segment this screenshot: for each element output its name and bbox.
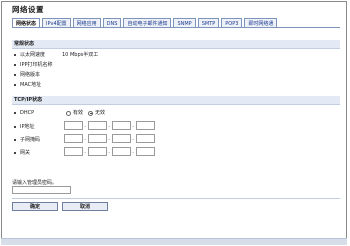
dhcp-row: DHCP 有效 无效 <box>12 108 340 118</box>
bullet-icon <box>14 74 16 76</box>
dhcp-label: DHCP <box>20 110 35 116</box>
bullet-icon <box>14 126 16 128</box>
status-row-ipp: IPP打印机名称 <box>12 60 340 70</box>
page-title: 网络设置 <box>12 5 44 14</box>
admin-password-input[interactable] <box>12 186 71 194</box>
bullet-icon <box>14 64 16 66</box>
mask-octet-3-input[interactable] <box>112 134 134 144</box>
mask-octet-4-input[interactable] <box>136 134 155 143</box>
status-row-mac: MAC地址 <box>12 80 340 90</box>
gateway-octet-4-input[interactable] <box>136 147 155 156</box>
gateway-row: 网关 <box>12 147 340 158</box>
ip-address-fields <box>64 121 160 131</box>
mac-address-label: MAC地址 <box>20 82 42 88</box>
ipp-printer-name-label: IPP打印机名称 <box>20 62 53 68</box>
status-row-version: 网络版本 <box>12 70 340 80</box>
ip-octet-2-input[interactable] <box>88 121 110 131</box>
bullet-icon <box>14 54 16 56</box>
gateway-octet-2-input[interactable] <box>88 147 110 157</box>
network-version-label: 网络版本 <box>20 72 41 78</box>
subnet-mask-label: 子网掩码 <box>20 137 41 143</box>
ip-octet-1-input[interactable] <box>64 121 86 131</box>
tcpip-status-header: TCP/IP状态 <box>12 96 340 105</box>
subnet-mask-fields <box>64 134 160 144</box>
status-row-ethernet: 以太网速度 10 Mbps半双工 <box>12 50 340 60</box>
admin-password-label: 请输入管理员密码。 <box>12 180 58 186</box>
subnet-mask-row: 子网掩码 <box>12 134 340 145</box>
bullet-icon <box>14 112 16 114</box>
ip-octet-3-input[interactable] <box>112 121 134 131</box>
gateway-octet-1-input[interactable] <box>64 147 86 157</box>
bullet-icon <box>14 139 16 141</box>
mask-octet-1-input[interactable] <box>64 134 86 144</box>
dhcp-off-label: 无效 <box>95 110 106 116</box>
ip-octet-4-input[interactable] <box>136 121 155 130</box>
ip-address-label: IP地址 <box>20 124 35 130</box>
bullet-icon <box>14 84 16 86</box>
ethernet-speed-label: 以太网速度 <box>20 52 46 58</box>
footer-divider <box>12 198 340 199</box>
bottom-bar <box>1 238 347 245</box>
gateway-fields <box>64 147 160 157</box>
mask-octet-2-input[interactable] <box>88 134 110 144</box>
ok-button[interactable]: 确定 <box>12 202 58 211</box>
gateway-label: 网关 <box>20 150 31 156</box>
dhcp-off-radio[interactable] <box>88 110 94 116</box>
gateway-octet-3-input[interactable] <box>112 147 134 157</box>
ip-address-row: IP地址 <box>12 121 340 132</box>
bullet-icon <box>14 152 16 154</box>
tab-underline <box>12 27 340 28</box>
dhcp-on-radio[interactable] <box>66 110 71 116</box>
ethernet-speed-value: 10 Mbps半双工 <box>62 52 99 58</box>
dhcp-on-label: 有效 <box>73 110 84 116</box>
dhcp-radio-group: 有效 无效 <box>66 108 110 118</box>
general-status-header: 常规状态 <box>12 40 340 49</box>
cancel-button[interactable]: 取消 <box>62 202 108 211</box>
